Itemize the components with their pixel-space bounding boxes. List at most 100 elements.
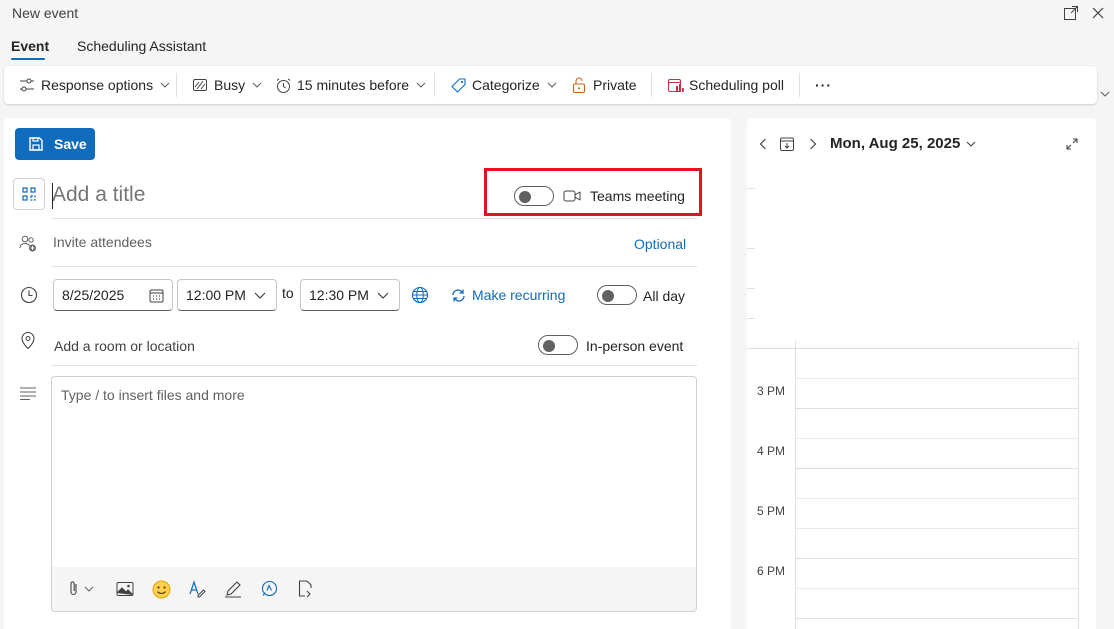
side-calendar-panel: Mon, Aug 25, 2025 3 PM 4 PM 5 PM 6 PM [747, 118, 1096, 629]
ribbon-divider [176, 73, 177, 97]
save-label: Save [54, 136, 87, 152]
insert-image-icon[interactable] [115, 579, 135, 599]
people-add-icon [18, 233, 38, 253]
start-date-value: 8/25/2025 [62, 287, 125, 303]
in-person-event-toggle[interactable] [538, 335, 578, 355]
chevron-right-icon[interactable] [805, 134, 821, 154]
chevron-down-icon [251, 79, 263, 91]
hour-label: 5 PM [757, 504, 786, 518]
end-time-value: 12:30 PM [309, 287, 369, 303]
window-titlebar: New event [0, 0, 1114, 28]
private-label: Private [593, 77, 637, 93]
ribbon-divider [434, 73, 435, 97]
scheduling-poll-icon [666, 76, 684, 94]
invite-attendees-input[interactable]: Invite attendees [53, 234, 152, 250]
ribbon-divider [651, 73, 652, 97]
categorize-label: Categorize [472, 77, 540, 93]
divider [52, 365, 697, 366]
to-label: to [282, 285, 294, 301]
reminder-label: 15 minutes before [297, 77, 410, 93]
all-day-toggle[interactable] [597, 285, 637, 305]
divider [52, 266, 697, 267]
event-body-editor[interactable]: Type / to insert files and more [51, 376, 697, 612]
go-to-today-icon[interactable] [777, 134, 797, 154]
chevron-down-icon[interactable] [965, 134, 977, 154]
chevron-down-icon [252, 287, 268, 303]
private-button[interactable]: Private [570, 66, 637, 104]
time-gutter-divider [795, 341, 796, 629]
calendar-icon [148, 287, 164, 303]
start-time-dropdown[interactable]: 12:00 PM [177, 279, 277, 311]
chevron-down-icon [159, 79, 171, 91]
text-caret [52, 183, 53, 209]
make-recurring-label: Make recurring [472, 287, 566, 303]
hour-gridline [747, 348, 1078, 349]
body-placeholder: Type / to insert files and more [61, 387, 245, 403]
event-type-icon[interactable] [13, 178, 45, 210]
hour-gridline [795, 618, 1078, 619]
categorize-button[interactable]: Categorize [449, 66, 558, 104]
draw-pen-icon[interactable] [223, 579, 243, 599]
clock-icon [19, 285, 39, 305]
chevron-down-icon [375, 287, 391, 303]
scheduling-poll-button[interactable]: Scheduling poll [666, 66, 784, 104]
busy-label: Busy [214, 77, 246, 93]
scheduling-poll-label: Scheduling poll [689, 77, 784, 93]
window-title: New event [12, 5, 79, 21]
in-person-event-label: In-person event [586, 338, 684, 354]
more-options-label: ··· [815, 77, 832, 93]
make-recurring-button[interactable]: Make recurring [449, 275, 565, 315]
teams-meeting-highlight-box [484, 168, 702, 216]
response-options-label: Response options [41, 77, 154, 93]
save-icon [27, 135, 45, 153]
hour-gridline [795, 408, 1078, 409]
attach-file-icon[interactable] [66, 579, 98, 599]
calendar-date-picker[interactable]: Mon, Aug 25, 2025 [830, 135, 960, 152]
save-button[interactable]: Save [15, 128, 95, 160]
globe-icon[interactable] [410, 285, 430, 305]
hour-label: 3 PM [757, 384, 786, 398]
grid-right-edge [1078, 341, 1079, 629]
location-input[interactable]: Add a room or location [54, 338, 195, 354]
repeat-icon [449, 286, 467, 304]
reminder-button[interactable]: 15 minutes before [274, 66, 427, 104]
chevron-left-icon[interactable] [755, 134, 771, 154]
divider [52, 218, 697, 219]
busy-status-icon [191, 76, 209, 94]
chevron-down-icon [415, 79, 427, 91]
more-options-button[interactable]: ··· [815, 66, 832, 104]
tab-bar: Event Scheduling Assistant [0, 34, 600, 62]
popout-icon[interactable] [1061, 3, 1081, 23]
start-time-value: 12:00 PM [186, 287, 246, 303]
active-tab-indicator [11, 58, 45, 60]
copilot-chat-icon[interactable] [259, 579, 279, 599]
ribbon-divider [799, 73, 800, 97]
optional-attendees-link[interactable]: Optional [634, 236, 686, 252]
body-format-toolbar [52, 567, 696, 611]
event-title-input[interactable] [52, 180, 432, 210]
hour-gridline [795, 558, 1078, 559]
hour-label: 4 PM [757, 444, 786, 458]
tab-event[interactable]: Event [11, 38, 49, 54]
all-day-label: All day [643, 288, 686, 304]
chevron-down-icon [546, 79, 558, 91]
ribbon-expand-icon[interactable] [1098, 88, 1112, 100]
sliders-icon [18, 76, 36, 94]
tab-scheduling-assistant[interactable]: Scheduling Assistant [77, 38, 206, 54]
hour-gridline [795, 468, 1078, 469]
text-format-icon[interactable] [187, 579, 207, 599]
loop-component-icon[interactable] [295, 579, 315, 599]
text-description-icon [18, 383, 38, 403]
lock-open-icon [570, 76, 588, 94]
expand-icon[interactable] [1063, 134, 1081, 154]
emoji-icon[interactable] [151, 579, 171, 599]
ribbon-toolbar: Response options Busy 15 minutes before … [4, 66, 1097, 104]
response-options-button[interactable]: Response options [18, 66, 171, 104]
busy-status-button[interactable]: Busy [191, 66, 263, 104]
close-icon[interactable] [1088, 3, 1108, 23]
day-view-grid[interactable]: 3 PM 4 PM 5 PM 6 PM [747, 171, 1080, 629]
start-date-picker[interactable]: 8/25/2025 [53, 279, 173, 311]
end-time-dropdown[interactable]: 12:30 PM [300, 279, 400, 311]
hour-label: 6 PM [757, 564, 786, 578]
location-pin-icon [18, 331, 38, 351]
